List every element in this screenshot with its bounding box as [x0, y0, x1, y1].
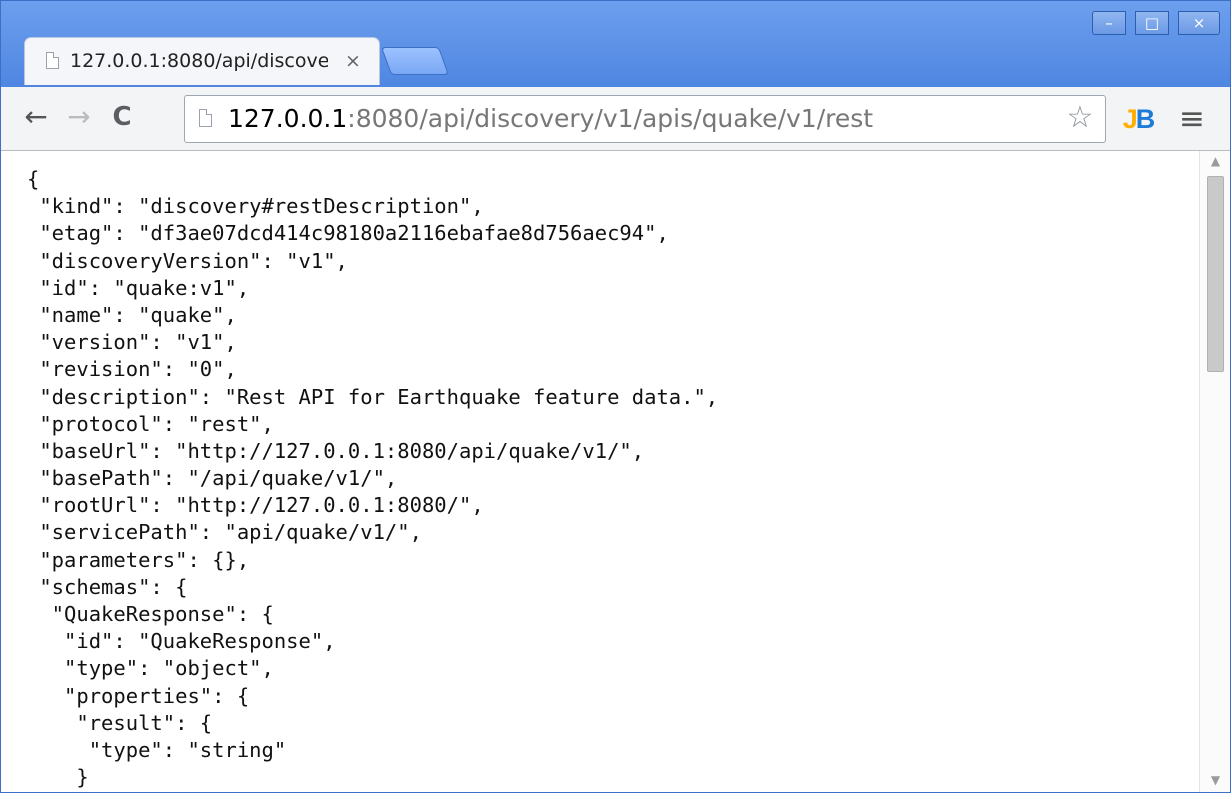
json-line: "kind": "discovery#restDescription", [27, 194, 484, 219]
maximize-button[interactable]: □ [1135, 11, 1169, 35]
jb-letter-j: J [1122, 104, 1138, 134]
reload-button[interactable]: C [105, 100, 139, 134]
tab-title: 127.0.0.1:8080/api/discovery/v1/apis/qua… [70, 50, 328, 72]
json-line: "parameters": {}, [27, 547, 250, 572]
json-line: { [27, 167, 40, 191]
jb-extension-icon[interactable]: JB [1117, 103, 1159, 135]
json-line: "revision": "0", [27, 357, 237, 382]
json-line: "etag": "df3ae07dcd414c98180a2116ebafae8… [27, 221, 669, 246]
url-host: 127.0.0.1 [228, 104, 348, 133]
minimize-button[interactable]: – [1092, 11, 1126, 35]
page-icon [199, 109, 212, 127]
tab-close-icon[interactable]: × [343, 51, 363, 71]
scroll-down-icon[interactable]: ▼ [1208, 773, 1223, 788]
back-button[interactable]: ← [19, 100, 53, 134]
new-tab-button[interactable] [380, 47, 450, 75]
address-bar[interactable]: 127.0.0.1:8080/api/discovery/v1/apis/qua… [184, 95, 1106, 143]
json-line: "result": { [27, 710, 213, 735]
json-line: "QuakeResponse": { [27, 602, 274, 626]
json-line: "type": "string" [27, 737, 287, 762]
active-tab[interactable]: 127.0.0.1:8080/api/discovery/v1/apis/qua… [24, 37, 380, 85]
browser-toolbar: ← → C 127.0.0.1:8080/api/discovery/v1/ap… [1, 87, 1230, 151]
json-line: "id": "quake:v1", [27, 275, 250, 300]
vertical-scrollbar[interactable]: ▲ ▼ [1199, 151, 1230, 792]
json-line: "id": "QuakeResponse", [27, 629, 336, 654]
forward-button[interactable]: → [62, 100, 96, 134]
jb-letter-b: B [1135, 104, 1155, 134]
json-line: "properties": { [27, 683, 250, 708]
document-icon [46, 52, 59, 69]
chrome-menu-icon[interactable]: ≡ [1175, 102, 1209, 136]
json-line: "name": "quake", [27, 302, 237, 327]
json-line: "version": "v1", [27, 330, 237, 355]
json-line: "protocol": "rest", [27, 411, 274, 436]
json-line: "schemas": { [27, 574, 188, 599]
json-line: } [27, 765, 89, 790]
json-line: "baseUrl": "http://127.0.0.1:8080/api/qu… [27, 438, 645, 463]
title-bar: 127.0.0.1:8080/api/discovery/v1/apis/qua… [1, 1, 1230, 87]
json-line: "servicePath": "api/quake/v1/", [27, 520, 422, 545]
json-line: "description": "Rest API for Earthquake … [27, 384, 719, 409]
json-content: { "kind": "discovery#restDescription", "… [27, 166, 1187, 792]
scroll-up-icon[interactable]: ▲ [1208, 154, 1223, 169]
browser-window: 127.0.0.1:8080/api/discovery/v1/apis/qua… [0, 0, 1231, 793]
scroll-thumb[interactable] [1207, 176, 1224, 372]
bookmark-star-icon[interactable]: ☆ [1065, 103, 1095, 133]
json-line: "basePath": "/api/quake/v1/", [27, 466, 398, 491]
url-text[interactable]: 127.0.0.1:8080/api/discovery/v1/apis/qua… [228, 104, 873, 134]
page-content: { "kind": "discovery#restDescription", "… [1, 151, 1230, 792]
json-line: "type": "object", [27, 656, 274, 681]
close-window-button[interactable]: × [1178, 11, 1220, 35]
json-line: "rootUrl": "http://127.0.0.1:8080/", [27, 493, 484, 518]
url-path: :8080/api/discovery/v1/apis/quake/v1/res… [347, 104, 874, 133]
json-line: "discoveryVersion": "v1", [27, 248, 348, 273]
